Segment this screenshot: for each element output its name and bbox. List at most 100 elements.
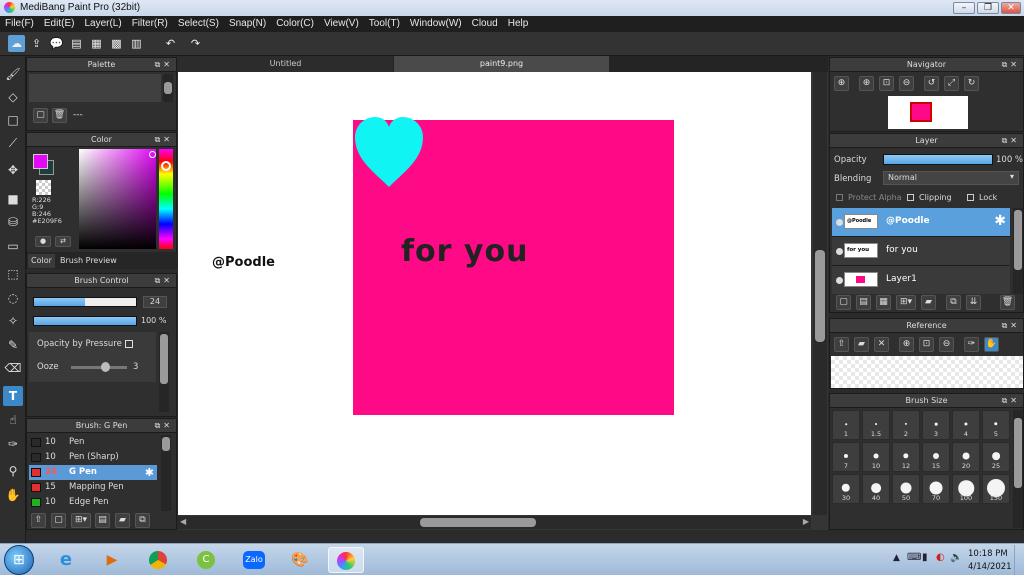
menu-snap[interactable]: Snap(N) — [224, 16, 271, 32]
rotate-right-icon[interactable]: ↻ — [964, 76, 979, 91]
brush-list-scrollbar[interactable] — [161, 435, 171, 511]
blending-select[interactable]: Normal ▾ — [883, 171, 1019, 185]
transparent-swatch[interactable] — [36, 180, 51, 195]
zalo-icon[interactable]: Zalo — [236, 547, 272, 573]
brush-size-cell[interactable]: 100 — [952, 474, 980, 504]
canvas-horizontal-scrollbar[interactable]: ◀ ▶ — [178, 516, 811, 529]
layer-item-layer1[interactable]: Layer1 — [832, 266, 1010, 294]
paint-icon[interactable]: 🎨 — [282, 547, 318, 573]
brush-size-cell[interactable]: 50 — [892, 474, 920, 504]
show-desktop-button[interactable] — [1014, 545, 1023, 575]
brush-size-cell[interactable]: 25 — [982, 442, 1010, 472]
restore-button[interactable]: ❐ — [977, 2, 999, 14]
hand-tool-icon[interactable]: ✋ — [3, 485, 23, 505]
zoom-actual-icon[interactable]: ⊡ — [879, 76, 894, 91]
menu-color[interactable]: Color(C) — [271, 16, 319, 32]
tray-device-icon[interactable]: ▮ — [922, 552, 928, 563]
scroll-left-icon[interactable]: ◀ — [180, 517, 186, 526]
brush-import-icon[interactable]: ⊞▾ — [71, 513, 91, 528]
reference-fit-icon[interactable]: ⊡ — [919, 337, 934, 352]
panel-controls-icon[interactable]: ⧉✕ — [155, 58, 173, 72]
reference-eyedropper-icon[interactable]: ✑ — [964, 337, 979, 352]
grid-icon[interactable]: ▩ — [108, 35, 125, 52]
brush-size-cell[interactable]: 7 — [832, 442, 860, 472]
eye-icon[interactable] — [836, 248, 843, 255]
menu-view[interactable]: View(V) — [319, 16, 364, 32]
brush-tool-icon[interactable]: 🖌 — [3, 64, 23, 84]
menu-cloud[interactable]: Cloud — [467, 16, 503, 32]
brush-opacity-slider[interactable] — [33, 316, 137, 326]
zoom-out-icon[interactable]: ⊖ — [899, 76, 914, 91]
pen-pick-tool-icon[interactable]: ⚲ — [3, 461, 23, 481]
brush-new-icon[interactable]: ▢ — [51, 513, 66, 528]
layer-item-for-you[interactable]: for you for you — [832, 237, 1010, 266]
ooze-slider[interactable] — [71, 366, 127, 369]
brush-size-slider[interactable] — [33, 297, 137, 307]
layout-icon[interactable]: ▥ — [128, 35, 145, 52]
brush-item-mapping-pen[interactable]: 15 Mapping Pen — [29, 480, 157, 495]
new-halftone-layer-icon[interactable]: ▦ — [876, 295, 891, 310]
lasso-tool-icon[interactable]: ◌ — [3, 288, 23, 308]
brush-size-cell[interactable]: 150 — [982, 474, 1010, 504]
gear-icon[interactable]: ✱ — [145, 465, 154, 480]
duplicate-layer-icon[interactable]: ⧉ — [946, 295, 961, 310]
brush-size-cell[interactable]: 5 — [982, 410, 1010, 440]
brush-size-cell[interactable]: 70 — [922, 474, 950, 504]
ooze-slider-handle[interactable] — [101, 362, 110, 372]
delete-layer-icon[interactable]: 🗑 — [1000, 295, 1015, 310]
brush-folder-icon[interactable]: ▰ — [115, 513, 130, 528]
eye-icon[interactable] — [836, 219, 843, 226]
protect-alpha-checkbox[interactable] — [836, 194, 843, 201]
brush-size-value[interactable]: 24 — [143, 296, 167, 308]
coccoc-icon[interactable]: C — [188, 547, 224, 573]
ie-icon[interactable]: e — [48, 547, 84, 573]
palette-scrollbar[interactable] — [163, 74, 173, 102]
panel-controls-icon[interactable]: ⧉✕ — [155, 274, 173, 288]
brush-control-scrollbar[interactable] — [159, 332, 169, 412]
brush-doc-icon[interactable]: ▤ — [95, 513, 110, 528]
tab-brush-preview[interactable]: Brush Preview — [57, 254, 120, 268]
eraser-tool-icon[interactable]: ◇ — [3, 87, 23, 107]
new-color-layer-icon[interactable]: ▤ — [856, 295, 871, 310]
start-button[interactable]: ⊞ — [4, 545, 34, 575]
foreground-color-swatch[interactable] — [33, 154, 48, 169]
panel-controls-icon[interactable]: ⧉✕ — [1002, 134, 1020, 148]
medibang-taskbar-icon[interactable] — [328, 547, 364, 573]
media-player-icon[interactable]: ▶ — [94, 547, 130, 573]
brush-stroke-tool-icon[interactable]: ⟋ — [3, 133, 23, 153]
scroll-right-icon[interactable]: ▶ — [803, 517, 809, 526]
reference-zoom-out-icon[interactable]: ⊖ — [939, 337, 954, 352]
magic-wand-tool-icon[interactable]: ✧ — [3, 311, 23, 331]
layer-opacity-slider[interactable] — [883, 154, 993, 165]
tray-show-hidden-icon[interactable]: ▲ — [893, 553, 900, 563]
zoom-icon[interactable]: ⊕ — [834, 76, 849, 91]
rotate-left-icon[interactable]: ↺ — [924, 76, 939, 91]
brush-size-cell[interactable]: 3 — [922, 410, 950, 440]
navigator-preview[interactable] — [888, 96, 968, 129]
operation-tool-icon[interactable]: ☝ — [3, 410, 23, 430]
fit-icon[interactable]: ⤢ — [944, 76, 959, 91]
menu-tool[interactable]: Tool(T) — [364, 16, 405, 32]
reference-canvas[interactable] — [831, 356, 1023, 388]
select-eraser-tool-icon[interactable]: ⌫ — [3, 358, 23, 378]
tab-untitled[interactable]: Untitled — [178, 56, 393, 72]
undo-icon[interactable]: ↶ — [162, 35, 179, 52]
reference-hand-icon[interactable]: ✋ — [984, 337, 999, 352]
brush-item-pen-sharp[interactable]: 10 Pen (Sharp) — [29, 450, 157, 465]
document-icon[interactable]: ▦ — [88, 35, 105, 52]
brush-item-edge-pen[interactable]: 10 Edge Pen — [29, 495, 157, 510]
reference-open-icon[interactable]: ▰ — [854, 337, 869, 352]
brush-size-cell[interactable]: 40 — [862, 474, 890, 504]
tray-network-icon[interactable]: ◐ — [936, 552, 945, 563]
layer-list-scrollbar[interactable] — [1013, 208, 1023, 294]
menu-select[interactable]: Select(S) — [173, 16, 224, 32]
merge-layer-icon[interactable]: ⇊ — [966, 295, 981, 310]
share-icon[interactable]: ⇪ — [28, 35, 45, 52]
drawing-canvas[interactable]: @Poodle for you — [178, 72, 811, 515]
brush-size-cell[interactable]: 30 — [832, 474, 860, 504]
layer-folder-icon[interactable]: ▰ — [921, 295, 936, 310]
brush-size-cell[interactable]: 15 — [922, 442, 950, 472]
menu-file[interactable]: File(F) — [0, 16, 39, 32]
brush-size-cell[interactable]: 1.5 — [862, 410, 890, 440]
lock-checkbox[interactable] — [967, 194, 974, 201]
